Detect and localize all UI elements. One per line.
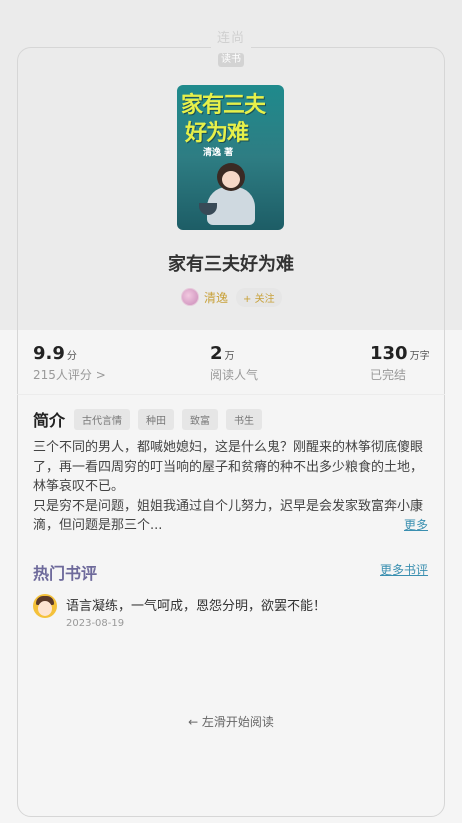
tag-scholar[interactable]: 书生 (226, 408, 263, 430)
review-text[interactable]: 语言凝练，一气呵成，恩怨分明，欲罢不能！ (66, 595, 326, 614)
brand-logo: 连尚 读书 (211, 31, 251, 67)
author-row: 清逸 + 关注 (181, 287, 282, 307)
tag-farming[interactable]: 种田 (138, 408, 175, 430)
reviewer-avatar[interactable] (33, 594, 57, 618)
stat-popularity-unit: 万 (224, 351, 235, 362)
brand-line2: 读书 (218, 53, 244, 67)
intro-more-link[interactable]: 更多 (404, 516, 428, 533)
stat-popularity: 2万 阅读人气 (210, 343, 258, 383)
intro-label: 简介 (33, 411, 66, 430)
book-title: 家有三夫好为难 (168, 254, 294, 275)
brand-line1: 连尚 (216, 31, 245, 46)
stat-wordcount-unit: 万字 (409, 351, 430, 362)
stat-status-label: 已完结 (370, 368, 407, 382)
follow-button[interactable]: + 关注 (236, 287, 282, 307)
intro-paragraph-2: 只是穷不是问题，姐姐我通过自个儿努力，迟早是会发家致富奔小康滴，但问题是那三个.… (33, 498, 424, 534)
more-reviews-link[interactable]: 更多书评 (380, 561, 428, 578)
stat-popularity-label: 阅读人气 (210, 368, 259, 382)
intro-text: 三个不同的男人，都喊她媳妇，这是什么鬼？刚醒来的林筝彻底傻眼了，再一看四周穷的叮… (33, 438, 428, 536)
stats-divider (17, 394, 445, 395)
stat-wordcount-value: 130 (370, 343, 408, 364)
cover-figure-face (222, 171, 240, 188)
stat-rating-label: 215人评分 > (33, 368, 106, 382)
stat-rating-unit: 分 (66, 351, 77, 362)
swipe-to-read-hint: ← 左滑开始阅读 (188, 715, 274, 729)
tag-wealth[interactable]: 致富 (182, 408, 219, 430)
intro-header: 简介 古代言情 种田 致富 书生 (33, 407, 270, 431)
author-name[interactable]: 清逸 (204, 289, 228, 306)
cover-author: 清逸 著 (203, 148, 234, 158)
intro-paragraph-1: 三个不同的男人，都喊她媳妇，这是什么鬼？刚醒来的林筝彻底傻眼了，再一看四周穷的叮… (33, 440, 424, 494)
stat-rating-value: 9.9 (33, 343, 65, 364)
tag-genre[interactable]: 古代言情 (74, 408, 131, 430)
cover-title-line2: 好为难 (185, 121, 249, 146)
stat-wordcount: 130 万字 已完结 (370, 343, 430, 383)
stat-rating[interactable]: 9.9 分 215人评分 > (33, 343, 106, 383)
stat-popularity-value: 2 (210, 343, 223, 364)
book-cover[interactable]: 家有三夫 好为难 清逸 著 (177, 85, 284, 230)
reviewer-avatar-face (38, 601, 52, 616)
author-avatar[interactable] (181, 288, 199, 306)
review-date: 2023-08-19 (66, 618, 125, 629)
hot-reviews-title: 热门书评 (33, 564, 98, 583)
